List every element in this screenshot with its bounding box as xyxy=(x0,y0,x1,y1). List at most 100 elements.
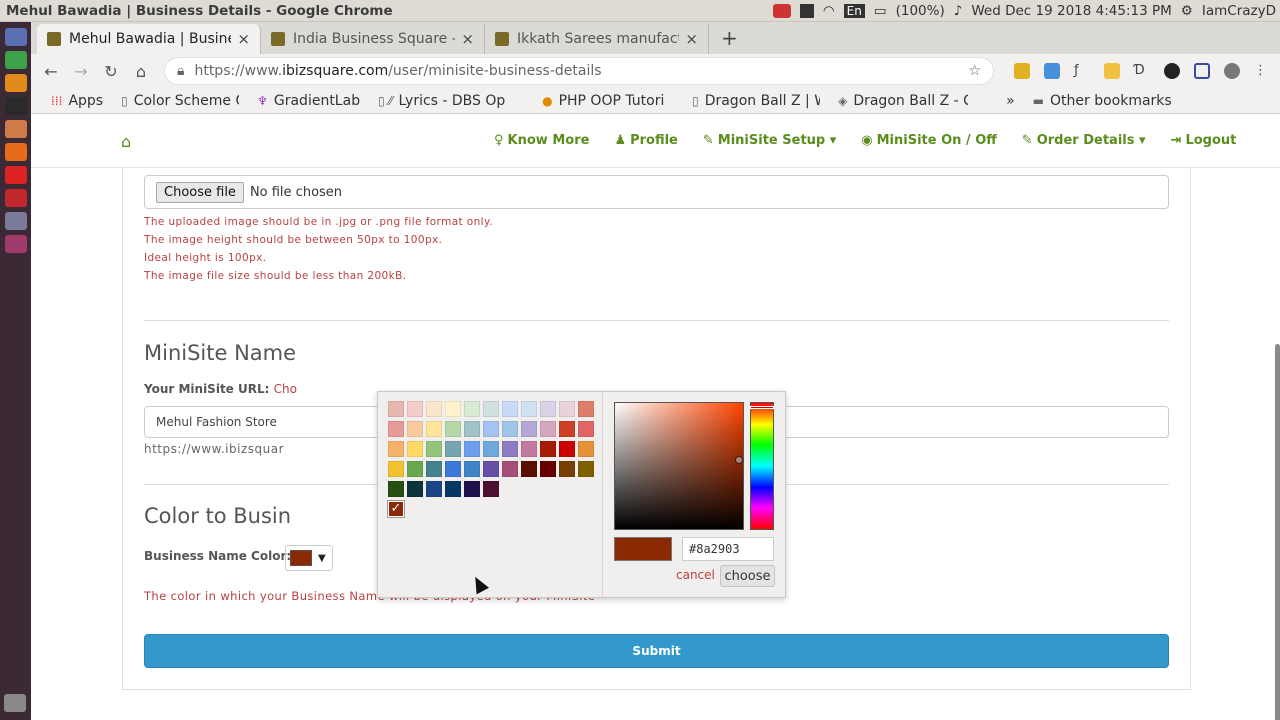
palette-swatch[interactable] xyxy=(578,401,594,417)
palette-swatch[interactable] xyxy=(464,401,480,417)
palette-swatch[interactable] xyxy=(388,401,404,417)
bookmark-star-icon[interactable]: ☆ xyxy=(968,63,981,79)
bookmark-color-scheme[interactable]: ▯ Color Scheme G xyxy=(121,93,239,109)
launcher-app-icon[interactable] xyxy=(4,235,27,253)
palette-swatch[interactable] xyxy=(426,481,442,497)
tab-india-business-square[interactable]: India Business Square - a × xyxy=(261,24,485,54)
palette-swatch[interactable]: ✓ xyxy=(388,501,404,517)
palette-swatch[interactable] xyxy=(521,441,537,457)
nav-profile[interactable]: ♟ Profile xyxy=(614,133,677,148)
record-icon[interactable] xyxy=(772,3,791,18)
other-bookmarks[interactable]: ▬ Other bookmarks xyxy=(1033,93,1172,109)
palette-swatch[interactable] xyxy=(540,421,556,437)
reload-icon[interactable]: ↻ xyxy=(96,62,126,81)
palette-swatch[interactable] xyxy=(521,461,537,477)
close-tab-icon[interactable]: × xyxy=(685,30,698,48)
wifi-icon[interactable]: ◠ xyxy=(823,3,835,19)
close-tab-icon[interactable]: × xyxy=(237,30,250,48)
battery-icon[interactable]: ▭ xyxy=(874,3,887,19)
bookmarks-overflow[interactable]: » xyxy=(1006,93,1015,109)
bookmark-php-oop[interactable]: ● PHP OOP Tutori xyxy=(542,93,674,109)
menu-icon[interactable]: ⋮ xyxy=(1254,63,1270,79)
palette-swatch[interactable] xyxy=(521,401,537,417)
palette-swatch[interactable] xyxy=(464,421,480,437)
palette-swatch[interactable] xyxy=(388,441,404,457)
username[interactable]: IamCrazyD xyxy=(1202,3,1276,19)
hue-slider[interactable] xyxy=(750,402,774,530)
palette-swatch[interactable] xyxy=(445,481,461,497)
palette-swatch[interactable] xyxy=(559,441,575,457)
extension-pencil-icon[interactable] xyxy=(1104,63,1120,79)
palette-swatch[interactable] xyxy=(559,421,575,437)
cancel-button[interactable]: cancel xyxy=(676,568,715,582)
close-tab-icon[interactable]: × xyxy=(461,30,474,48)
palette-swatch[interactable] xyxy=(559,401,575,417)
launcher-chrome-icon[interactable] xyxy=(4,51,27,69)
address-bar[interactable]: 🔒︎ https://www. ibizsquare.com/user/minis… xyxy=(164,57,994,85)
palette-swatch[interactable] xyxy=(426,441,442,457)
palette-swatch[interactable] xyxy=(388,461,404,477)
palette-swatch[interactable] xyxy=(540,441,556,457)
palette-swatch[interactable] xyxy=(578,461,594,477)
palette-swatch[interactable] xyxy=(388,481,404,497)
tab-business-details[interactable]: Mehul Bawadia | Business × xyxy=(37,24,261,54)
clock[interactable]: Wed Dec 19 2018 4:45:13 PM xyxy=(971,3,1171,19)
nav-know-more[interactable]: ♀ Know More xyxy=(494,133,589,148)
palette-swatch[interactable] xyxy=(483,421,499,437)
bookmark-apps[interactable]: ⁞⁞⁞ Apps xyxy=(51,93,103,109)
color-picker-toggle[interactable]: ▼ xyxy=(285,545,333,571)
keyboard-layout[interactable]: En xyxy=(843,3,865,18)
launcher-firefox-icon[interactable] xyxy=(4,143,27,161)
palette-swatch[interactable] xyxy=(445,461,461,477)
page-scrollbar[interactable] xyxy=(1273,168,1280,720)
nav-order-details[interactable]: ✎ Order Details ▾ xyxy=(1022,133,1146,148)
extension-block-icon[interactable] xyxy=(1164,63,1180,79)
palette-swatch[interactable] xyxy=(521,421,537,437)
palette-swatch[interactable] xyxy=(445,401,461,417)
home-icon[interactable]: ⌂ xyxy=(121,132,131,151)
palette-swatch[interactable] xyxy=(578,441,594,457)
palette-swatch[interactable] xyxy=(445,421,461,437)
nav-minisite-setup[interactable]: ✎ MiniSite Setup ▾ xyxy=(703,133,836,148)
launcher-search-icon[interactable] xyxy=(4,28,27,46)
choose-file-button[interactable]: Choose file xyxy=(156,181,244,203)
palette-swatch[interactable] xyxy=(407,481,423,497)
extension-d-icon[interactable]: Ɗ xyxy=(1134,63,1150,79)
launcher-tool-icon[interactable] xyxy=(4,212,27,230)
palette-swatch[interactable] xyxy=(407,461,423,477)
profile-avatar-icon[interactable] xyxy=(1224,63,1240,79)
palette-swatch[interactable] xyxy=(483,481,499,497)
back-icon[interactable]: ← xyxy=(36,62,66,81)
launcher-terminal-icon[interactable] xyxy=(4,97,27,115)
palette-swatch[interactable] xyxy=(540,461,556,477)
new-tab-button[interactable]: + xyxy=(709,26,750,54)
nav-logout[interactable]: ⇥ Logout xyxy=(1171,133,1237,148)
scrollbar-thumb[interactable] xyxy=(1275,344,1280,720)
hue-handle[interactable] xyxy=(750,406,774,409)
forward-icon[interactable]: → xyxy=(66,62,96,81)
launcher-trash-icon[interactable] xyxy=(4,694,26,712)
palette-swatch[interactable] xyxy=(502,421,518,437)
palette-swatch[interactable] xyxy=(502,461,518,477)
sv-handle[interactable] xyxy=(735,456,743,464)
palette-swatch[interactable] xyxy=(464,441,480,457)
extension-fx-icon[interactable]: ƒ xyxy=(1074,63,1090,79)
launcher-opera-icon[interactable] xyxy=(4,166,27,184)
saturation-value-area[interactable] xyxy=(614,402,744,530)
logo-file-input[interactable]: Choose file No file chosen xyxy=(144,175,1169,209)
submit-button[interactable]: Submit xyxy=(144,634,1169,668)
palette-swatch[interactable] xyxy=(502,441,518,457)
palette-swatch[interactable] xyxy=(426,401,442,417)
palette-swatch[interactable] xyxy=(464,461,480,477)
extension-2-icon[interactable] xyxy=(1044,63,1060,79)
palette-swatch[interactable] xyxy=(483,461,499,477)
palette-swatch[interactable] xyxy=(540,401,556,417)
palette-swatch[interactable] xyxy=(559,461,575,477)
bookmark-lyrics[interactable]: ▯ ⁄⁄ Lyrics - DBS Op xyxy=(378,93,524,109)
palette-swatch[interactable] xyxy=(407,421,423,437)
nav-minisite-on-off[interactable]: ◉ MiniSite On / Off xyxy=(861,133,997,148)
launcher-filezilla-icon[interactable] xyxy=(4,189,27,207)
palette-swatch[interactable] xyxy=(407,401,423,417)
choose-url-link[interactable]: Cho xyxy=(274,382,297,396)
palette-swatch[interactable] xyxy=(426,461,442,477)
